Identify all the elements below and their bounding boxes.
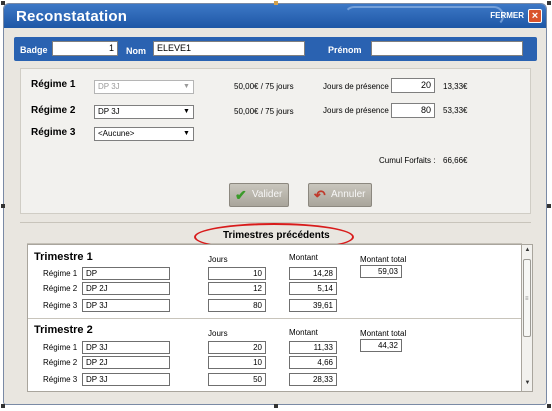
t2-row-3-label: Régime 3 (43, 375, 78, 384)
t1-row-3-label: Régime 3 (43, 301, 78, 310)
resize-handle[interactable] (547, 204, 551, 208)
regime-2-select[interactable]: DP 3J ▼ (94, 105, 194, 119)
chevron-down-icon: ▼ (183, 130, 190, 137)
col-total-header: Montant total (360, 255, 407, 264)
trimestre-2-label: Trimestre (34, 324, 84, 336)
regime-1-montant: 13,33€ (443, 82, 468, 91)
trimestre-divider (28, 318, 521, 319)
scroll-up-icon[interactable]: ▲ (523, 247, 532, 256)
resize-handle[interactable] (274, 404, 278, 408)
title-bar[interactable]: Reconstatation FERMER × (4, 4, 546, 28)
regime-1-label: Régime 1 (31, 79, 76, 90)
trimestre-1-number: 1 (86, 251, 93, 263)
grip-icon: ≡ (525, 296, 529, 302)
valider-button[interactable]: ✔ Valider (229, 183, 289, 207)
regime-1-select[interactable]: DP 3J ▼ (94, 80, 194, 94)
resize-handle[interactable] (547, 1, 551, 5)
t2-row-1-label: Régime 1 (43, 343, 78, 352)
previous-trimestres-list[interactable]: Trimestre 1 Jours Montant Montant total … (27, 244, 522, 392)
trimestre-2-total: 44,32 (360, 339, 402, 352)
resize-handle[interactable] (1, 204, 5, 208)
t1-row-1-label: Régime 1 (43, 269, 78, 278)
t2-row-1-jours: 20 (208, 341, 266, 354)
regime-3-select[interactable]: <Aucune> ▼ (94, 127, 194, 141)
t2-row-2-montant: 4,66 (289, 356, 337, 369)
vertical-scrollbar[interactable]: ▲ ≡ ▼ (522, 244, 533, 392)
t1-row-1-jours: 10 (208, 267, 266, 280)
undo-arrow-icon: ↶ (314, 187, 326, 203)
trimestre-2-number: 2 (86, 324, 93, 336)
nom-label: Nom (126, 46, 146, 56)
regime-3-label: Régime 3 (31, 127, 76, 138)
chevron-down-icon: ▼ (183, 83, 190, 90)
trimestre-1-title: Trimestre 1 (34, 251, 93, 263)
window-title: Reconstatation (16, 8, 128, 25)
regime-1-jours-input[interactable]: 20 (391, 78, 435, 93)
t2-row-3-montant: 28,33 (289, 373, 337, 386)
col-montant-header: Montant (289, 328, 318, 337)
check-icon: ✔ (235, 187, 247, 203)
prenom-field[interactable] (371, 41, 523, 56)
regime-2-label: Régime 2 (31, 105, 76, 116)
resize-handle[interactable] (547, 404, 551, 408)
t2-row-3-jours: 50 (208, 373, 266, 386)
badge-label: Badge (20, 45, 48, 55)
regime-2-value: DP 3J (98, 107, 120, 116)
fermer-label[interactable]: FERMER (490, 11, 524, 20)
col-montant-header: Montant (289, 253, 318, 262)
scroll-down-icon[interactable]: ▼ (523, 380, 532, 389)
t1-row-2-montant: 5,14 (289, 282, 337, 295)
nom-field[interactable]: ELEVE1 (153, 41, 305, 56)
trimestre-2-title: Trimestre 2 (34, 324, 93, 336)
regime-3-value: <Aucune> (98, 129, 135, 138)
t2-row-2-regime: DP 2J (82, 356, 170, 369)
t1-row-3-montant: 39,61 (289, 299, 337, 312)
title-decoration (344, 6, 504, 26)
annuler-button[interactable]: ↶ Annuler (308, 183, 372, 207)
t1-row-1-regime: DP (82, 267, 170, 280)
t1-row-2-label: Régime 2 (43, 284, 78, 293)
chevron-down-icon: ▼ (183, 108, 190, 115)
close-icon[interactable]: × (528, 9, 542, 23)
cumul-label: Cumul Forfaits : (379, 156, 436, 165)
cumul-value: 66,66€ (443, 156, 468, 165)
regime-1-price: 50,00€ / 75 jours (234, 82, 294, 91)
trimestre-1-label: Trimestre (34, 251, 84, 263)
regime-2-montant: 53,33€ (443, 106, 468, 115)
col-jours-header: Jours (208, 255, 228, 264)
annuler-label: Annuler (331, 189, 366, 200)
prenom-label: Prénom (328, 45, 362, 55)
t1-row-3-jours: 80 (208, 299, 266, 312)
t2-row-2-label: Régime 2 (43, 358, 78, 367)
t2-row-2-jours: 10 (208, 356, 266, 369)
t1-row-2-regime: DP 2J (82, 282, 170, 295)
scrollbar-thumb[interactable]: ≡ (523, 259, 531, 337)
resize-handle[interactable] (1, 1, 5, 5)
t1-row-1-montant: 14,28 (289, 267, 337, 280)
valider-label: Valider (252, 189, 283, 200)
t2-row-3-regime: DP 3J (82, 373, 170, 386)
regime-1-value: DP 3J (98, 82, 120, 91)
col-total-header: Montant total (360, 329, 407, 338)
identity-bar: Badge 1 Nom ELEVE1 Prénom (14, 37, 537, 61)
regime-panel: Régime 1 DP 3J ▼ 50,00€ / 75 jours Jours… (20, 68, 531, 214)
reconstatation-window: Reconstatation FERMER × Badge 1 Nom ELEV… (3, 3, 547, 405)
regime-1-jours-label: Jours de présence (323, 82, 389, 91)
regime-2-price: 50,00€ / 75 jours (234, 107, 294, 116)
regime-2-jours-label: Jours de présence (323, 106, 389, 115)
resize-handle[interactable] (1, 404, 5, 408)
regime-2-jours-input[interactable]: 80 (391, 103, 435, 118)
col-jours-header: Jours (208, 329, 228, 338)
t1-row-3-regime: DP 3J (82, 299, 170, 312)
trimestre-1-total: 59,03 (360, 265, 402, 278)
t2-row-1-regime: DP 3J (82, 341, 170, 354)
badge-field[interactable]: 1 (52, 41, 118, 56)
t1-row-2-jours: 12 (208, 282, 266, 295)
resize-handle[interactable] (274, 1, 278, 5)
t2-row-1-montant: 11,33 (289, 341, 337, 354)
